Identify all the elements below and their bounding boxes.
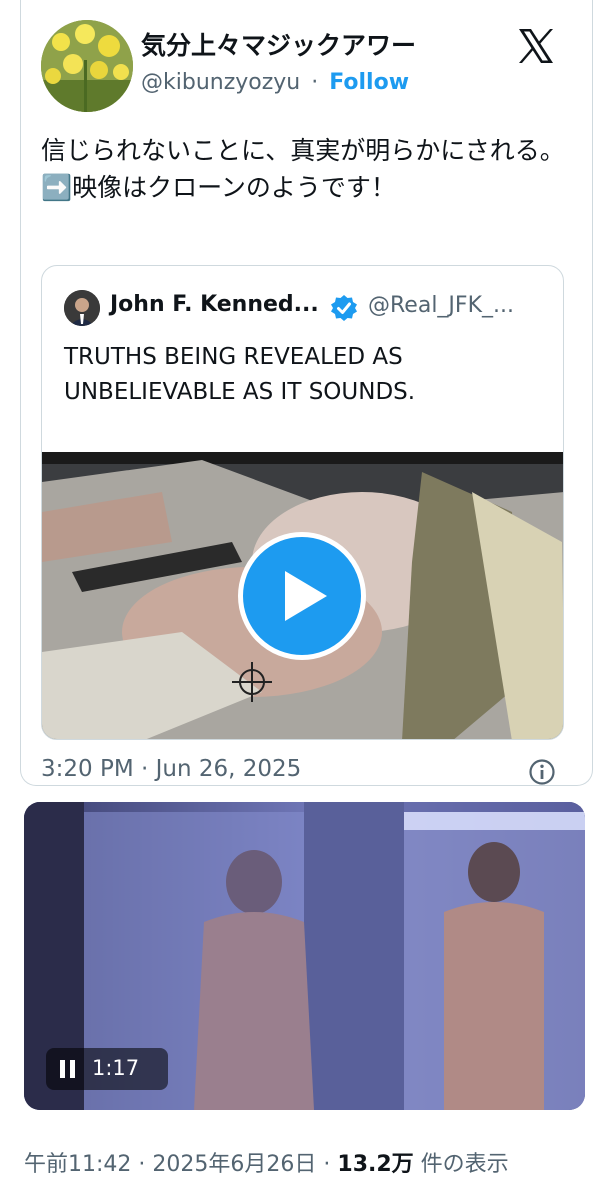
follow-button[interactable]: Follow bbox=[329, 70, 409, 95]
quoted-post-text: TRUTHS BEING REVEALED AS UNBELIEVABLE AS… bbox=[64, 344, 416, 405]
post-text-line1: 信じられないことに、真実が明らかにされる。 bbox=[41, 136, 565, 165]
pause-icon[interactable] bbox=[60, 1060, 78, 1078]
meta-time: 午前11:42 bbox=[24, 1152, 132, 1177]
meta-view-count: 13.2万 bbox=[337, 1152, 414, 1177]
quoted-author-name: John F. Kenned... bbox=[110, 292, 319, 317]
video-playback-control[interactable]: 1:17 bbox=[46, 1048, 168, 1090]
quoted-post[interactable]: John F. Kenned... @Real_JFK_... TRUTHS B… bbox=[41, 265, 564, 740]
post-timestamp[interactable]: 3:20 PM · Jun 26, 2025 bbox=[41, 756, 301, 782]
meta-separator: · bbox=[138, 1152, 146, 1177]
info-icon[interactable] bbox=[528, 758, 556, 785]
author-display-name[interactable]: 気分上々マジックアワー bbox=[141, 26, 416, 62]
avatar[interactable] bbox=[41, 20, 133, 112]
verified-badge-icon bbox=[330, 294, 358, 322]
second-video[interactable]: 1:17 bbox=[24, 802, 585, 1110]
quoted-author-handle: @Real_JFK_... bbox=[368, 293, 514, 318]
meta-separator: · bbox=[323, 1152, 331, 1177]
post-text-line2: 映像はクローンのようです！ bbox=[72, 173, 396, 202]
separator-dot: · bbox=[311, 70, 319, 95]
x-logo-icon[interactable] bbox=[516, 26, 556, 66]
meta-view-label: 件の表示 bbox=[420, 1152, 509, 1177]
post-meta-footer: 午前11:42 · 2025年6月26日 · 13.2万 件の表示 bbox=[24, 1146, 509, 1178]
arrow-emoji-icon: ➡️ bbox=[41, 173, 73, 202]
quoted-video[interactable] bbox=[42, 452, 563, 739]
play-button[interactable] bbox=[238, 532, 366, 660]
post-text: 信じられないことに、真実が明らかにされる。 ➡️映像はクローンのようです！ bbox=[41, 132, 581, 206]
author-handle-row: @kibunzyozyu · Follow bbox=[141, 70, 409, 95]
author-handle[interactable]: @kibunzyozyu bbox=[141, 70, 300, 95]
avatar-flowers-image bbox=[41, 20, 133, 112]
post-card: 気分上々マジックアワー @kibunzyozyu · Follow 信じられない… bbox=[20, 0, 593, 786]
quoted-author-avatar bbox=[64, 290, 100, 326]
video-time: 1:17 bbox=[92, 1056, 140, 1080]
play-icon bbox=[285, 571, 327, 621]
meta-date: 2025年6月26日 bbox=[152, 1152, 317, 1177]
